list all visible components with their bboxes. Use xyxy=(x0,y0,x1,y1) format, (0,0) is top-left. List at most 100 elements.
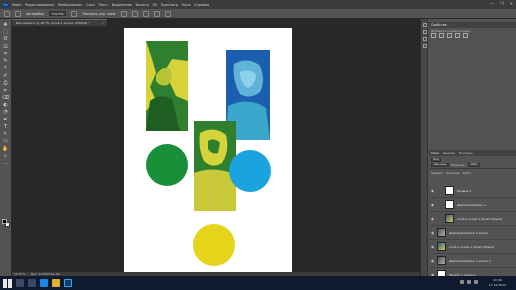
task-view-icon[interactable] xyxy=(28,279,36,287)
tab-paths[interactable]: Контуры xyxy=(459,151,473,155)
align-left-icon[interactable] xyxy=(121,10,128,17)
windows-start-icon[interactable] xyxy=(3,278,12,288)
menu-help[interactable]: Справка xyxy=(194,3,209,7)
foreground-color-swatch[interactable] xyxy=(2,219,7,224)
layer-name[interactable]: Кривые 1 xyxy=(457,189,515,193)
document-tab[interactable]: Без имени-1 @ 16,7% (Слой 1 копия, CMYK/… xyxy=(12,19,107,26)
folder-icon[interactable] xyxy=(52,279,60,287)
duotone-photo-green[interactable] xyxy=(146,41,188,131)
tab-layers[interactable]: Слои xyxy=(431,151,439,155)
menu-edit[interactable]: Редактирование xyxy=(25,3,55,7)
close-icon[interactable]: ✕ xyxy=(510,1,513,6)
eyedropper-tool-icon[interactable]: ✎ xyxy=(2,58,9,64)
layer-name[interactable]: Слой 1 копия 2 (Smart Object) xyxy=(449,245,507,249)
menu-layer[interactable]: Слои xyxy=(86,3,95,7)
kind-filter-dropdown[interactable]: Вид xyxy=(431,157,442,162)
visibility-eye-icon[interactable]: ◉ xyxy=(430,217,435,221)
properties-panel-header[interactable]: Свойства xyxy=(429,22,516,28)
layer-name[interactable]: Слой 1 копия 3 (Smart Object) xyxy=(457,217,515,221)
layer-thumbnail[interactable] xyxy=(437,242,446,251)
eraser-tool-icon[interactable]: ⌫ xyxy=(2,95,9,101)
align-right-icon[interactable] xyxy=(143,10,150,17)
brush-tool-icon[interactable]: ✐ xyxy=(2,73,9,79)
menu-window[interactable]: Окно xyxy=(182,3,191,7)
distribute-icon[interactable] xyxy=(154,10,161,17)
more-tools-icon[interactable]: … xyxy=(2,161,9,167)
blue-circle[interactable] xyxy=(229,150,271,192)
gradient-tool-icon[interactable]: ◐ xyxy=(2,102,9,108)
crop-tool-icon[interactable]: ⌗ xyxy=(2,51,9,57)
quick-select-tool-icon[interactable]: ⊡ xyxy=(2,44,9,50)
search-icon[interactable] xyxy=(16,279,24,287)
curves-icon[interactable] xyxy=(447,33,452,38)
pen-tool-icon[interactable]: ✒ xyxy=(2,117,9,123)
visibility-eye-icon[interactable]: ◉ xyxy=(430,189,435,193)
layer-thumbnail[interactable] xyxy=(445,186,454,195)
fill-field[interactable]: 100% xyxy=(462,171,471,175)
clone-stamp-tool-icon[interactable]: ⎙ xyxy=(2,80,9,86)
minimize-icon[interactable]: — xyxy=(490,1,494,6)
history-brush-tool-icon[interactable]: ⦵ xyxy=(2,88,9,94)
properties-icon[interactable] xyxy=(422,30,427,34)
layer-row[interactable]: ◉ Кривые 1 xyxy=(429,184,516,198)
maximize-icon[interactable]: ❐ xyxy=(500,1,504,6)
marquee-tool-icon[interactable]: ⬚ xyxy=(2,29,9,35)
layer-row[interactable]: ◉ Цветовой баланс 1 копия 2 xyxy=(429,254,516,268)
rectangle-tool-icon[interactable]: ▭ xyxy=(2,139,9,145)
info-icon[interactable] xyxy=(422,37,427,41)
layer-row[interactable]: ◉ Слой 1 копия 2 (Smart Object) xyxy=(429,240,516,254)
checkbox-icon[interactable] xyxy=(71,10,78,17)
layer-thumbnail[interactable] xyxy=(437,256,446,265)
document-canvas[interactable] xyxy=(124,28,292,272)
auto-select-dropdown[interactable]: Группа xyxy=(49,11,67,16)
layer-thumbnail[interactable] xyxy=(437,228,446,237)
type-tool-icon[interactable]: T xyxy=(2,124,9,130)
align-center-icon[interactable] xyxy=(132,10,139,17)
lasso-tool-icon[interactable]: ʘ xyxy=(2,37,9,43)
layer-thumbnail[interactable] xyxy=(445,200,454,209)
history-icon[interactable] xyxy=(422,23,427,27)
path-select-tool-icon[interactable]: ↖ xyxy=(2,131,9,137)
hand-tool-icon[interactable]: ✋ xyxy=(2,146,9,152)
zoom-tool-icon[interactable]: ⌕ xyxy=(2,153,9,159)
vibrance-icon[interactable] xyxy=(463,33,468,38)
move-tool-icon[interactable] xyxy=(4,10,10,17)
visibility-eye-icon[interactable]: ◉ xyxy=(430,203,435,207)
network-icon[interactable] xyxy=(460,280,464,284)
layer-row[interactable]: ◉ Цветовой баланс 1 xyxy=(429,198,516,212)
exposure-icon[interactable] xyxy=(455,33,460,38)
photoshop-taskbar-icon[interactable] xyxy=(64,279,72,287)
menu-type[interactable]: Текст xyxy=(98,3,108,7)
volume-icon[interactable] xyxy=(467,280,471,284)
blend-mode-dropdown[interactable]: Обычные xyxy=(431,162,449,167)
color-swatches[interactable] xyxy=(2,219,10,228)
green-circle[interactable] xyxy=(146,144,188,186)
menu-view[interactable]: Просмотр xyxy=(161,3,178,7)
menu-filter[interactable]: Фильтр xyxy=(135,3,148,7)
layer-row[interactable]: ◉ Слой 1 копия 3 (Smart Object) xyxy=(429,212,516,226)
visibility-eye-icon[interactable]: ◉ xyxy=(430,259,435,263)
menu-file[interactable]: Файл xyxy=(12,3,21,7)
move-tool-icon[interactable]: ✥ xyxy=(2,22,9,28)
healing-brush-tool-icon[interactable]: ⚕ xyxy=(2,66,9,72)
checkbox-icon[interactable] xyxy=(15,10,21,17)
layer-name[interactable]: Цветовой баланс 1 копия 2 xyxy=(449,259,507,263)
layer-name[interactable]: Цветовой баланс 1 xyxy=(457,203,515,207)
menu-3d[interactable]: 3D xyxy=(152,3,157,7)
dodge-tool-icon[interactable]: ◔ xyxy=(2,110,9,116)
color-icon[interactable] xyxy=(422,44,427,48)
layer-row[interactable]: ◉ Цветовой баланс 1 копия xyxy=(429,226,516,240)
brightness-icon[interactable] xyxy=(431,33,436,38)
layer-thumbnail[interactable] xyxy=(445,214,454,223)
layer-name[interactable]: Цветовой баланс 1 копия xyxy=(449,231,507,235)
yellow-circle[interactable] xyxy=(193,224,235,266)
taskbar-clock[interactable]: 22:06 17.10.2019 xyxy=(489,278,506,287)
tab-channels[interactable]: Каналы xyxy=(443,151,455,155)
visibility-eye-icon[interactable]: ◉ xyxy=(430,245,435,249)
menu-image[interactable]: Изображение xyxy=(58,3,82,7)
3d-mode-icon[interactable] xyxy=(165,10,172,17)
levels-icon[interactable] xyxy=(439,33,444,38)
visibility-eye-icon[interactable]: ◉ xyxy=(430,231,435,235)
menu-select[interactable]: Выделение xyxy=(112,3,132,7)
browser-icon[interactable] xyxy=(40,279,48,287)
